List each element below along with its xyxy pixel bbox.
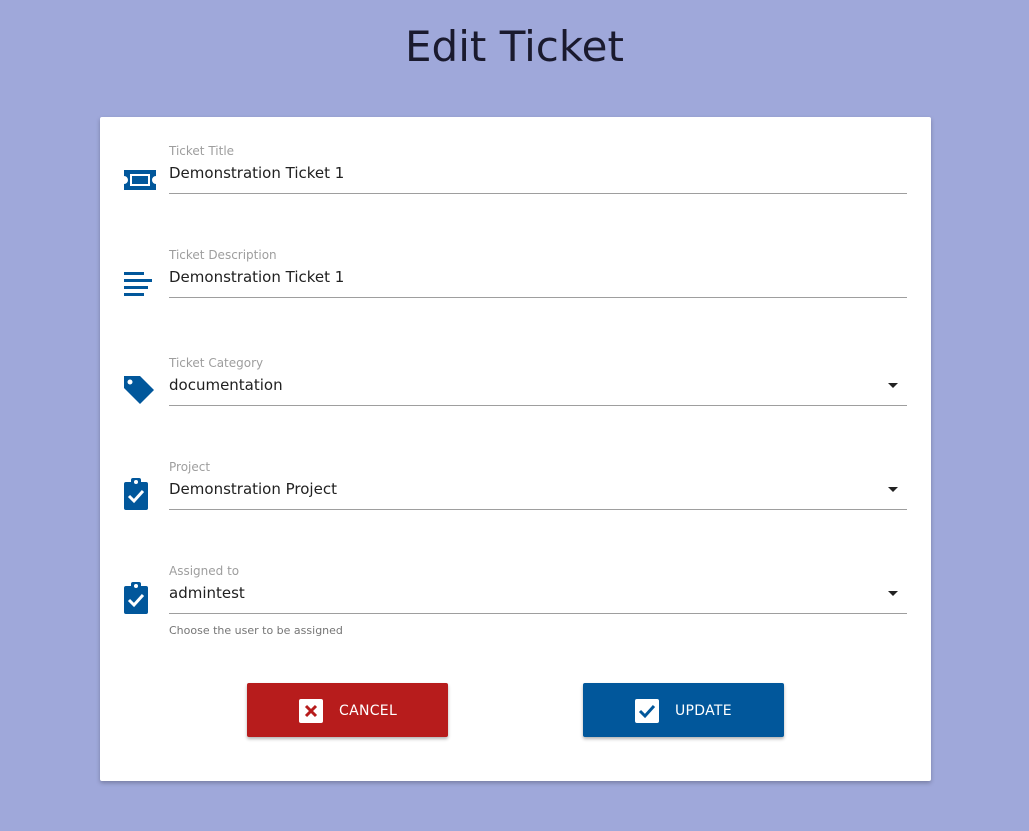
cancel-button-label: CANCEL [339, 703, 398, 719]
assigned-to-select[interactable]: admintest [169, 584, 245, 602]
check-box-icon [635, 699, 659, 723]
ticket-title-input[interactable]: Demonstration Ticket 1 [169, 164, 344, 182]
ticket-title-underline [169, 193, 907, 194]
ticket-category-field[interactable]: Ticket Category documentation [100, 356, 931, 446]
project-label: Project [169, 460, 211, 474]
ticket-title-field[interactable]: Ticket Title Demonstration Ticket 1 [100, 144, 931, 234]
update-button-label: UPDATE [675, 703, 732, 719]
cancel-button[interactable]: CANCEL [247, 683, 448, 737]
ticket-category-label: Ticket Category [169, 356, 264, 370]
edit-ticket-form: Ticket Title Demonstration Ticket 1 Tick… [100, 117, 931, 781]
assigned-to-underline [169, 613, 907, 614]
clipboard-check-icon [124, 478, 148, 510]
chevron-down-icon[interactable] [888, 487, 898, 492]
project-underline [169, 509, 907, 510]
chevron-down-icon[interactable] [888, 591, 898, 596]
ticket-category-underline [169, 405, 907, 406]
ticket-description-underline [169, 297, 907, 298]
project-field[interactable]: Project Demonstration Project [100, 460, 931, 550]
assigned-to-label: Assigned to [169, 564, 240, 578]
ticket-icon [124, 170, 156, 190]
update-button[interactable]: UPDATE [583, 683, 784, 737]
assigned-to-field[interactable]: Assigned to admintest Choose the user to… [100, 564, 931, 654]
close-box-icon [299, 699, 323, 723]
ticket-description-field[interactable]: Ticket Description Demonstration Ticket … [100, 248, 931, 338]
project-select[interactable]: Demonstration Project [169, 480, 337, 498]
ticket-title-label: Ticket Title [169, 144, 235, 158]
ticket-category-select[interactable]: documentation [169, 376, 283, 394]
tag-icon [124, 376, 154, 404]
chevron-down-icon[interactable] [888, 383, 898, 388]
assigned-to-hint: Choose the user to be assigned [169, 624, 343, 637]
clipboard-check-icon [124, 582, 148, 614]
page-title: Edit Ticket [405, 22, 624, 71]
ticket-description-input[interactable]: Demonstration Ticket 1 [169, 268, 344, 286]
text-lines-icon [124, 272, 152, 296]
ticket-description-label: Ticket Description [169, 248, 277, 262]
